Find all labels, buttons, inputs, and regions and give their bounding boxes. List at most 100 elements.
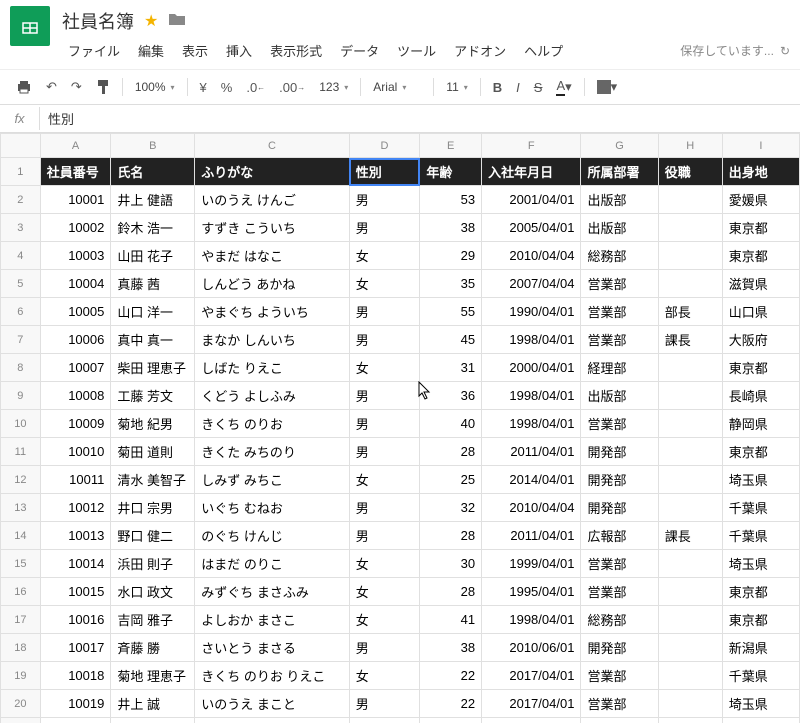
cell-B6[interactable]: 山口 洋一 <box>111 298 195 326</box>
cell-C21[interactable]: なかた よしお <box>195 718 350 724</box>
cell-B20[interactable]: 井上 誠 <box>111 690 195 718</box>
cell-A12[interactable]: 10011 <box>40 466 111 494</box>
cell-G2[interactable]: 出版部 <box>581 186 658 214</box>
cell-D13[interactable]: 男 <box>349 494 420 522</box>
row-header[interactable]: 9 <box>1 382 41 410</box>
cell-A18[interactable]: 10017 <box>40 634 111 662</box>
cell-D21[interactable]: 男 <box>349 718 420 724</box>
row-header[interactable]: 4 <box>1 242 41 270</box>
col-header-F[interactable]: F <box>482 134 581 158</box>
cell-I10[interactable]: 静岡県 <box>722 410 799 438</box>
row-header[interactable]: 18 <box>1 634 41 662</box>
row-header[interactable]: 8 <box>1 354 41 382</box>
cell-I15[interactable]: 埼玉県 <box>722 550 799 578</box>
col-header-H[interactable]: H <box>658 134 722 158</box>
cell-C5[interactable]: しんどう あかね <box>195 270 350 298</box>
cell-H10[interactable] <box>658 410 722 438</box>
cell-A2[interactable]: 10001 <box>40 186 111 214</box>
cell-D10[interactable]: 男 <box>349 410 420 438</box>
cell-D11[interactable]: 男 <box>349 438 420 466</box>
cell-C12[interactable]: しみず みちこ <box>195 466 350 494</box>
cell-G11[interactable]: 開発部 <box>581 438 658 466</box>
cell-H3[interactable] <box>658 214 722 242</box>
cell-D2[interactable]: 男 <box>349 186 420 214</box>
cell-A14[interactable]: 10013 <box>40 522 111 550</box>
cell-A9[interactable]: 10008 <box>40 382 111 410</box>
cell-G10[interactable]: 営業部 <box>581 410 658 438</box>
cell-I1[interactable]: 出身地 <box>722 158 799 186</box>
row-header[interactable]: 2 <box>1 186 41 214</box>
cell-I7[interactable]: 大阪府 <box>722 326 799 354</box>
cell-B19[interactable]: 菊地 理恵子 <box>111 662 195 690</box>
row-header[interactable]: 19 <box>1 662 41 690</box>
cell-F9[interactable]: 1998/04/01 <box>482 382 581 410</box>
cell-C10[interactable]: きくち のりお <box>195 410 350 438</box>
cell-H17[interactable] <box>658 606 722 634</box>
cell-H5[interactable] <box>658 270 722 298</box>
col-header-B[interactable]: B <box>111 134 195 158</box>
fill-color-button[interactable]: ▾ <box>591 75 624 99</box>
cell-F3[interactable]: 2005/04/01 <box>482 214 581 242</box>
font-dropdown[interactable]: Arial <box>367 76 427 98</box>
cell-E1[interactable]: 年齢 <box>420 158 482 186</box>
cell-F8[interactable]: 2000/04/01 <box>482 354 581 382</box>
menu-data[interactable]: データ <box>332 38 387 63</box>
cell-G9[interactable]: 出版部 <box>581 382 658 410</box>
cell-I8[interactable]: 東京都 <box>722 354 799 382</box>
row-header[interactable]: 6 <box>1 298 41 326</box>
cell-D17[interactable]: 女 <box>349 606 420 634</box>
cell-G8[interactable]: 経理部 <box>581 354 658 382</box>
cell-C3[interactable]: すずき こういち <box>195 214 350 242</box>
cell-B15[interactable]: 浜田 則子 <box>111 550 195 578</box>
cell-A20[interactable]: 10019 <box>40 690 111 718</box>
cell-E14[interactable]: 28 <box>420 522 482 550</box>
cell-D4[interactable]: 女 <box>349 242 420 270</box>
cell-H9[interactable] <box>658 382 722 410</box>
cell-B9[interactable]: 工藤 芳文 <box>111 382 195 410</box>
number-format-dropdown[interactable]: 123 <box>313 76 354 98</box>
cell-D15[interactable]: 女 <box>349 550 420 578</box>
cell-A17[interactable]: 10016 <box>40 606 111 634</box>
cell-B7[interactable]: 真中 真一 <box>111 326 195 354</box>
cell-C7[interactable]: まなか しんいち <box>195 326 350 354</box>
cell-H6[interactable]: 部長 <box>658 298 722 326</box>
cell-G18[interactable]: 開発部 <box>581 634 658 662</box>
cell-C20[interactable]: いのうえ まこと <box>195 690 350 718</box>
cell-G13[interactable]: 開発部 <box>581 494 658 522</box>
menu-insert[interactable]: 挿入 <box>218 38 260 63</box>
row-header[interactable]: 20 <box>1 690 41 718</box>
cell-B18[interactable]: 斉藤 勝 <box>111 634 195 662</box>
row-header[interactable]: 1 <box>1 158 41 186</box>
cell-B17[interactable]: 吉岡 雅子 <box>111 606 195 634</box>
cell-F14[interactable]: 2011/04/01 <box>482 522 581 550</box>
cell-A3[interactable]: 10002 <box>40 214 111 242</box>
cell-H12[interactable] <box>658 466 722 494</box>
cell-E10[interactable]: 40 <box>420 410 482 438</box>
cell-B2[interactable]: 井上 健語 <box>111 186 195 214</box>
cell-D9[interactable]: 男 <box>349 382 420 410</box>
cell-D3[interactable]: 男 <box>349 214 420 242</box>
cell-B11[interactable]: 菊田 道則 <box>111 438 195 466</box>
select-all-corner[interactable] <box>1 134 41 158</box>
cell-C8[interactable]: しばた りえこ <box>195 354 350 382</box>
strike-button[interactable]: S <box>528 76 549 99</box>
bold-button[interactable]: B <box>487 76 508 99</box>
cell-B10[interactable]: 菊地 紀男 <box>111 410 195 438</box>
cell-F15[interactable]: 1999/04/01 <box>482 550 581 578</box>
cell-A4[interactable]: 10003 <box>40 242 111 270</box>
cell-F16[interactable]: 1995/04/01 <box>482 578 581 606</box>
redo-icon[interactable]: ↷ <box>65 75 88 99</box>
row-header[interactable]: 21 <box>1 718 41 724</box>
cell-G21[interactable]: 開発部 <box>581 718 658 724</box>
cell-E4[interactable]: 29 <box>420 242 482 270</box>
cell-A10[interactable]: 10009 <box>40 410 111 438</box>
cell-H14[interactable]: 課長 <box>658 522 722 550</box>
row-header[interactable]: 5 <box>1 270 41 298</box>
undo-icon[interactable]: ↶ <box>40 75 63 99</box>
cell-E19[interactable]: 22 <box>420 662 482 690</box>
currency-yen-button[interactable]: ¥ <box>194 76 213 99</box>
cell-E2[interactable]: 53 <box>420 186 482 214</box>
cell-I16[interactable]: 東京都 <box>722 578 799 606</box>
cell-E7[interactable]: 45 <box>420 326 482 354</box>
row-header[interactable]: 3 <box>1 214 41 242</box>
